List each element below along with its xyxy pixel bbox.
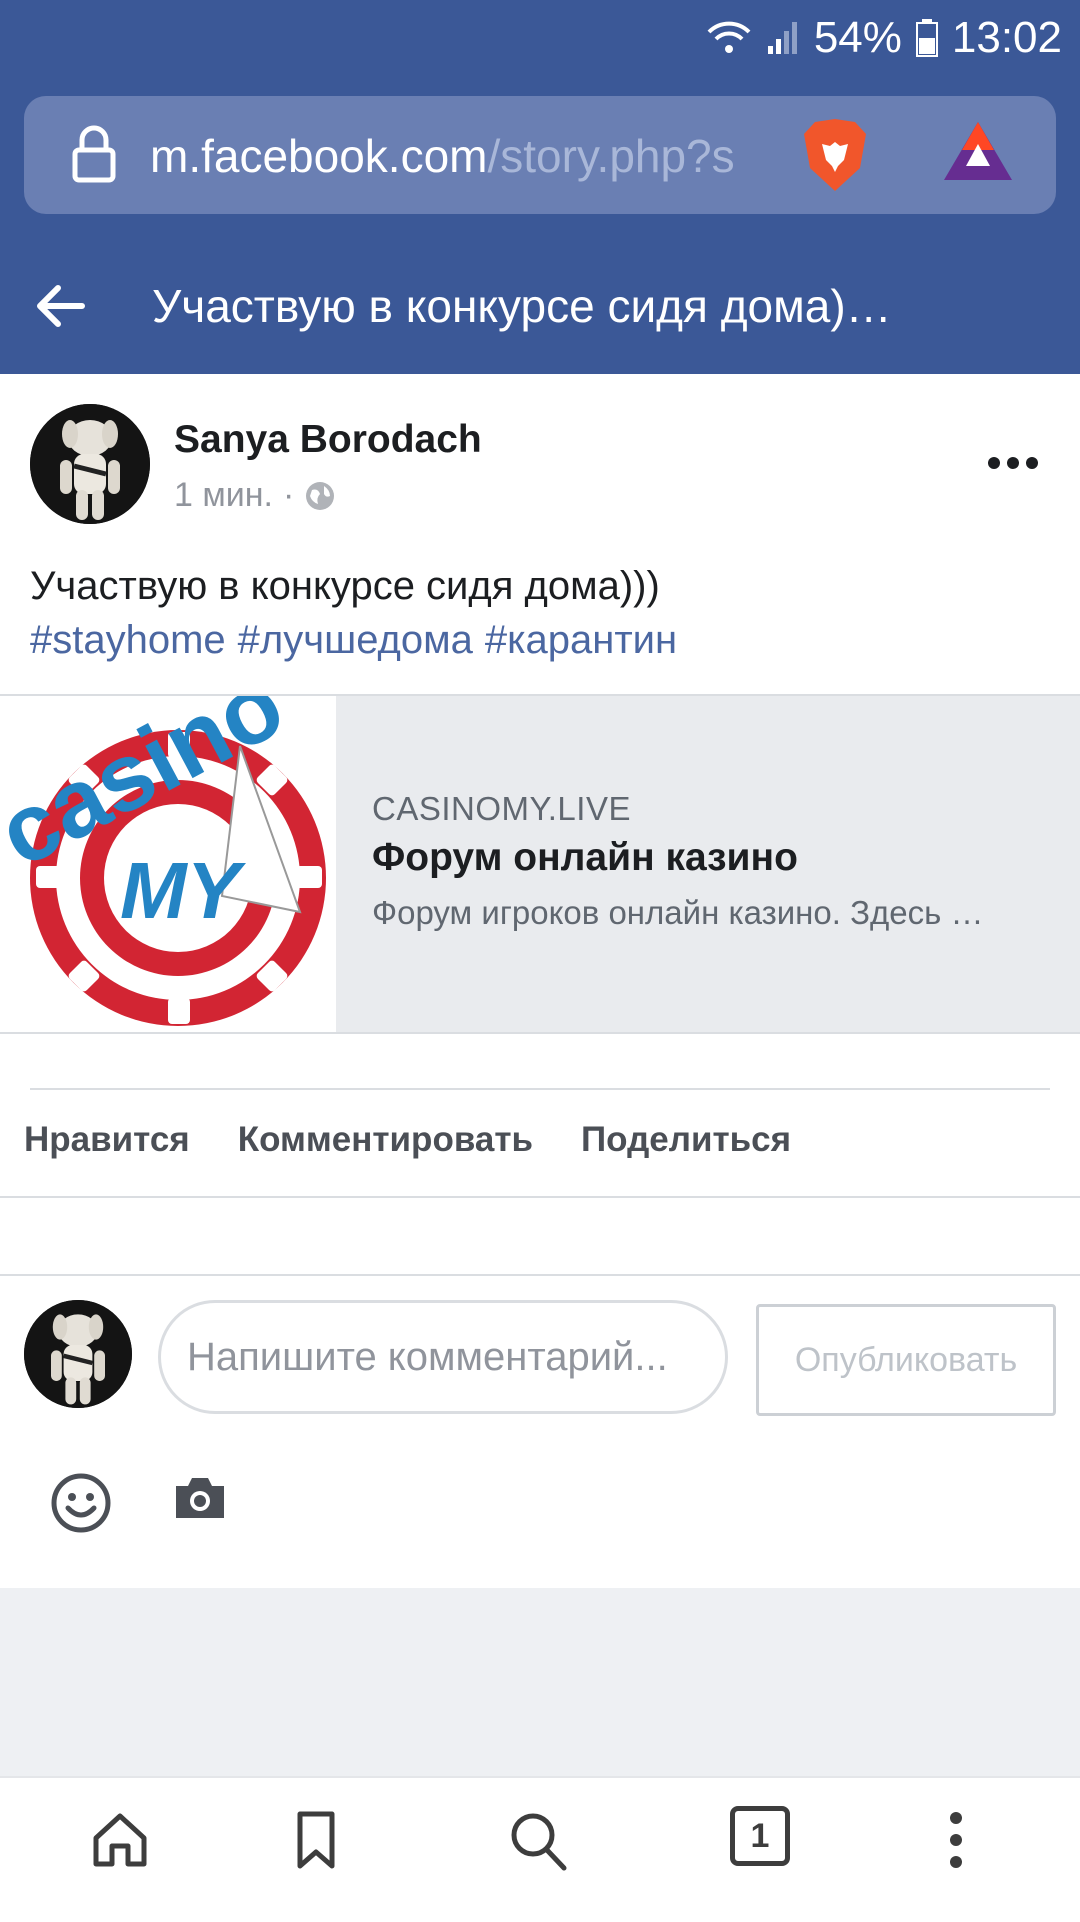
url-domain: m.facebook.com <box>150 130 488 182</box>
link-preview-info[interactable]: CASINOMY.LIVE Форум онлайн казино Форум … <box>336 696 1080 1032</box>
home-icon[interactable] <box>90 1810 150 1870</box>
status-bar: 54% 13:02 <box>0 0 1080 76</box>
tabs-button[interactable]: 1 <box>730 1806 790 1866</box>
signal-icon <box>767 22 797 54</box>
author-name[interactable]: Sanya Borodach <box>174 418 482 462</box>
post-time[interactable]: 1 мин. <box>174 476 273 515</box>
divider <box>30 1088 1050 1090</box>
avatar-image <box>24 1300 132 1408</box>
share-button[interactable]: Поделиться <box>581 1120 791 1160</box>
brave-lion-icon[interactable] <box>800 116 870 194</box>
post-actions: Нравится Комментировать Поделиться <box>24 1120 791 1160</box>
hashtag-link[interactable]: #карантин <box>485 614 677 666</box>
globe-icon <box>306 481 335 510</box>
wifi-icon <box>707 21 751 53</box>
page-title: Участвую в конкурсе сидя дома)… <box>152 280 892 332</box>
post-card: Sanya Borodach 1 мин. · Участвую в конку… <box>0 374 1080 1274</box>
link-description: Форум игроков онлайн казино. Здесь … <box>372 894 984 931</box>
url-text[interactable]: m.facebook.com/story.php?s <box>150 126 790 186</box>
link-preview-card[interactable]: casino MY CASINOMY.LIVE Форум онлайн каз… <box>0 694 1080 1034</box>
avatar-image <box>30 404 150 524</box>
address-bar[interactable]: m.facebook.com/story.php?s <box>24 96 1056 214</box>
avatar <box>24 1300 132 1408</box>
publish-button[interactable]: Опубликовать <box>756 1304 1056 1416</box>
hashtag-link[interactable]: #stayhome <box>30 614 226 666</box>
status-icons: 54% 13:02 <box>706 10 1062 66</box>
divider <box>0 1196 1080 1198</box>
link-title: Форум онлайн казино <box>372 836 798 879</box>
hashtags: #stayhome #лучшедома #карантин <box>30 614 677 666</box>
battery-icon <box>915 19 938 57</box>
more-options-icon[interactable] <box>986 454 1040 472</box>
browser-toolbar: m.facebook.com/story.php?s <box>0 76 1080 240</box>
tabs-count: 1 <box>750 1816 770 1855</box>
lock-icon[interactable] <box>72 124 116 184</box>
casino-logo: casino MY <box>0 696 326 1026</box>
like-button[interactable]: Нравится <box>24 1120 190 1160</box>
bookmark-icon[interactable] <box>294 1810 338 1870</box>
avatar[interactable] <box>30 404 150 524</box>
battery-percent: 54% <box>813 13 902 62</box>
post-meta: 1 мин. · <box>174 476 336 515</box>
hashtag-link[interactable]: #лучшедома <box>238 614 473 666</box>
comment-input[interactable] <box>158 1300 728 1414</box>
comment-composer: Опубликовать <box>0 1276 1080 1588</box>
url-path: /story.php?s <box>487 130 735 182</box>
comment-button[interactable]: Комментировать <box>238 1120 533 1160</box>
camera-icon[interactable] <box>172 1474 228 1522</box>
meta-separator: · <box>282 476 295 514</box>
menu-dots-icon[interactable] <box>946 1810 966 1870</box>
clock: 13:02 <box>951 13 1062 62</box>
link-domain: CASINOMY.LIVE <box>372 790 631 827</box>
emoji-icon[interactable] <box>50 1472 112 1534</box>
browser-bottom-nav: 1 <box>0 1776 1080 1922</box>
casino-logo-my: MY <box>120 846 247 935</box>
search-icon[interactable] <box>508 1810 568 1872</box>
post-text: Участвую в конкурсе сидя дома))) <box>30 564 660 608</box>
back-arrow-icon[interactable] <box>34 282 86 330</box>
bat-triangle-icon[interactable] <box>942 120 1014 184</box>
link-preview-image[interactable]: casino MY <box>0 696 336 1032</box>
page-header: Участвую в конкурсе сидя дома)… <box>0 240 1080 374</box>
